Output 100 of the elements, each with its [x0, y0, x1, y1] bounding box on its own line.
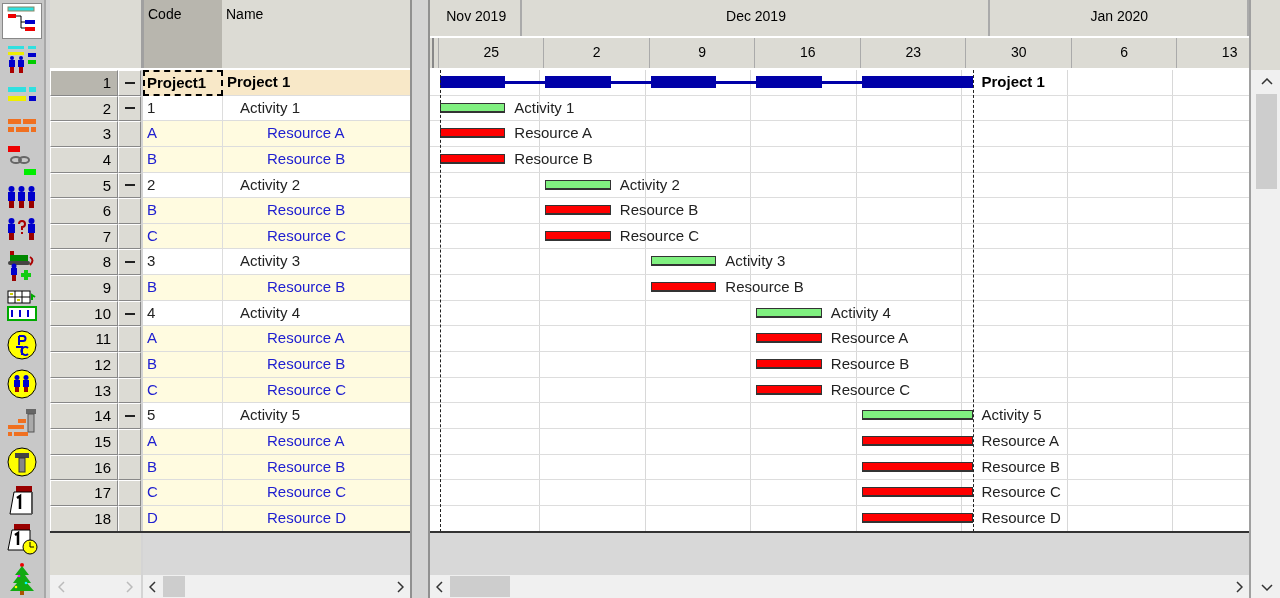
horizontal-scrollbar[interactable] — [430, 575, 1249, 598]
row-number[interactable]: 10 — [50, 300, 118, 327]
code-cell: Project1 — [143, 70, 223, 96]
month-header: Dec 2019 — [524, 0, 990, 36]
tool-button[interactable] — [2, 3, 42, 39]
row-number[interactable]: 5 — [50, 172, 118, 199]
row-number[interactable]: 14 — [50, 403, 118, 429]
row-header-cell — [118, 505, 141, 532]
resource-bar[interactable] — [440, 128, 506, 139]
row-number[interactable]: 13 — [50, 377, 118, 404]
week-header: 2 — [543, 38, 649, 68]
scroll-thumb[interactable] — [163, 576, 185, 597]
chevron-right-icon — [396, 580, 404, 593]
chevron-left-icon — [436, 580, 444, 593]
row-number[interactable]: 18 — [50, 505, 118, 532]
code-cell: A — [143, 121, 223, 147]
name-cell: Activity 1 — [223, 95, 410, 122]
name-cell: Resource B — [223, 146, 410, 173]
coin-icon — [6, 328, 38, 361]
week-header: 9 — [648, 38, 755, 68]
bar-label: Resource C — [619, 226, 700, 245]
column-header[interactable]: Code — [144, 0, 222, 68]
resource-bar[interactable] — [861, 487, 973, 498]
row-number[interactable]: 7 — [50, 223, 118, 250]
resource-bar[interactable] — [861, 435, 973, 446]
vertical-scrollbar[interactable] — [1251, 70, 1280, 598]
month-header: Nov 2019 — [432, 0, 523, 36]
summary-bar[interactable] — [440, 76, 973, 88]
bar-label: Resource B — [725, 278, 804, 297]
resource-bar[interactable] — [861, 461, 973, 472]
row-number[interactable]: 6 — [50, 198, 118, 224]
row-number[interactable]: 1 — [50, 70, 118, 96]
task-bar[interactable] — [861, 410, 973, 421]
name-cell: Activity 2 — [223, 172, 410, 199]
bolt-coin-icon — [6, 445, 38, 478]
resource-bar[interactable] — [650, 282, 717, 293]
resource-bar[interactable] — [545, 205, 611, 216]
task-bar[interactable] — [650, 256, 717, 267]
resource-bar[interactable] — [756, 384, 822, 395]
bar-label: Project 1 — [981, 73, 1045, 91]
task-bar[interactable] — [545, 179, 611, 190]
row-number[interactable]: 15 — [50, 428, 118, 455]
resource-bar[interactable] — [756, 333, 822, 344]
week-header: 16 — [754, 38, 860, 68]
coin-people-icon — [6, 367, 38, 400]
chevron-up-icon — [1260, 78, 1273, 86]
bar-label: Resource B — [981, 457, 1060, 476]
name-cell: Activity 3 — [223, 249, 410, 276]
name-cell: Resource A — [223, 326, 410, 353]
resource-bar[interactable] — [756, 359, 822, 370]
bar-label: Resource D — [981, 508, 1061, 527]
row-number[interactable]: 17 — [50, 480, 118, 506]
name-cell: Activity 5 — [223, 403, 410, 429]
code-cell: 1 — [143, 95, 223, 122]
chevron-left-icon — [58, 580, 66, 593]
code-cell: B — [143, 454, 223, 481]
bar-label: Activity 3 — [725, 252, 786, 271]
bar-label: Resource A — [981, 431, 1060, 450]
name-cell: Project 1 — [223, 70, 410, 96]
code-cell: C — [143, 480, 223, 506]
week-header: 30 — [965, 38, 1071, 68]
bar-label: Resource C — [981, 483, 1061, 502]
row-number[interactable]: 8 — [50, 249, 118, 276]
people-question-icon — [6, 216, 38, 243]
resource-bar[interactable] — [861, 512, 973, 523]
chevron-left-icon — [149, 580, 157, 593]
name-cell: Activity 4 — [223, 300, 410, 327]
name-cell: Resource B — [223, 198, 410, 224]
code-cell: 4 — [143, 300, 223, 327]
horizontal-scrollbar[interactable] — [143, 575, 410, 598]
name-cell: Resource A — [223, 428, 410, 455]
task-bar[interactable] — [756, 307, 822, 318]
scroll-thumb[interactable] — [1256, 94, 1277, 189]
row-header-cell — [118, 454, 141, 481]
chevron-right-icon — [1235, 580, 1243, 593]
code-cell: D — [143, 505, 223, 532]
row-number[interactable]: 4 — [50, 146, 118, 173]
code-cell: A — [143, 428, 223, 455]
resource-bar[interactable] — [440, 153, 506, 164]
scroll-thumb[interactable] — [450, 576, 510, 597]
name-cell: Resource C — [223, 480, 410, 506]
row-number[interactable]: 2 — [50, 95, 118, 122]
week-header: 6 — [1070, 38, 1177, 68]
name-cell: Resource B — [223, 454, 410, 481]
resource-bar[interactable] — [545, 230, 611, 241]
bar-label: Activity 2 — [619, 175, 680, 194]
row-number[interactable]: 16 — [50, 454, 118, 481]
horizontal-scrollbar[interactable] — [50, 575, 141, 598]
chevron-right-icon — [125, 580, 133, 593]
bricks-bolt-icon — [6, 406, 38, 439]
code-cell: B — [143, 275, 223, 301]
code-cell: 3 — [143, 249, 223, 276]
header-corner — [1251, 0, 1280, 70]
column-header[interactable]: Name — [222, 0, 410, 68]
row-number[interactable]: 12 — [50, 352, 118, 378]
week-header: 23 — [859, 38, 966, 68]
row-number[interactable]: 3 — [50, 121, 118, 147]
row-number[interactable]: 11 — [50, 326, 118, 353]
task-bar[interactable] — [440, 102, 506, 113]
row-number[interactable]: 9 — [50, 275, 118, 301]
